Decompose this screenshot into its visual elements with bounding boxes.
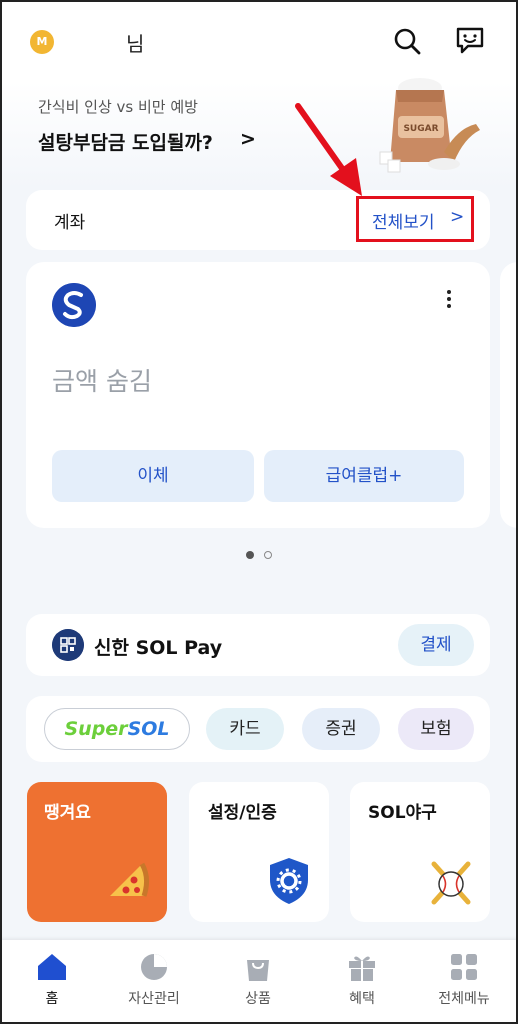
shopping-bag-icon [247, 960, 269, 981]
home-icon [38, 954, 66, 980]
search-icon[interactable] [392, 26, 422, 56]
promo-subtitle: 간식비 인상 vs 비만 예방 [38, 98, 198, 116]
grid-menu-icon [451, 954, 477, 980]
page-indicator-active [246, 551, 254, 559]
nav-benefits[interactable]: 혜택 [312, 944, 412, 1014]
sugar-bag-image: SUGAR [379, 78, 480, 173]
pizza-icon [110, 862, 150, 897]
supersol-label-sol: SOL [127, 718, 170, 740]
settings-tile-label: 설정/인증 [208, 803, 277, 823]
pay-button[interactable]: 결제 [398, 624, 474, 666]
membership-badge-icon[interactable]: M [30, 30, 54, 54]
nav-home-label: 홈 [45, 991, 59, 1007]
supersol-label-super: Super [64, 718, 128, 740]
baseball-icon [431, 861, 471, 905]
chevron-right-icon: > [240, 128, 256, 150]
page-indicator-inactive [264, 551, 272, 559]
balance-hidden-text[interactable]: 금액 숨김 [52, 362, 152, 398]
sol-pay-title: 신한 SOL Pay [94, 637, 223, 659]
promo-title[interactable]: 설탕부담금 도입될까? [38, 128, 213, 155]
baseball-tile-label: SOL야구 [368, 803, 437, 823]
chevron-right-icon: > [450, 207, 465, 227]
app-header [0, 0, 518, 82]
more-options-icon[interactable] [440, 288, 458, 312]
nav-assets-label: 자산관리 [128, 991, 180, 1007]
annotation-arrow-icon [295, 103, 362, 196]
nav-products-label: 상품 [245, 991, 271, 1007]
supersol-pill[interactable]: SuperSOL [44, 708, 190, 750]
nav-home[interactable]: 홈 [2, 944, 102, 1014]
nav-assets[interactable]: 자산관리 [104, 944, 204, 1014]
shield-gear-icon [270, 858, 308, 904]
qr-code-icon [52, 629, 84, 661]
nav-benefits-label: 혜택 [349, 991, 375, 1007]
gift-icon [349, 956, 375, 981]
pie-chart-icon [141, 954, 167, 980]
svg-text:SUGAR: SUGAR [403, 124, 438, 134]
nav-all-menu-label: 전체메뉴 [438, 991, 490, 1007]
card-pill[interactable]: 카드 [206, 708, 284, 750]
account-section-label: 계좌 [54, 213, 86, 233]
transfer-button[interactable]: 이체 [52, 450, 254, 502]
nav-products[interactable]: 상품 [208, 944, 308, 1014]
insurance-pill[interactable]: 보험 [398, 708, 474, 750]
delivery-tile-label: 땡겨요 [44, 803, 91, 823]
salary-club-button[interactable]: 급여클럽+ [264, 450, 464, 502]
nav-all-menu[interactable]: 전체메뉴 [414, 944, 514, 1014]
chat-icon[interactable] [454, 24, 486, 56]
next-account-card[interactable] [500, 262, 518, 528]
user-greeting: 님 [126, 32, 145, 56]
securities-pill[interactable]: 증권 [302, 708, 380, 750]
view-all-link[interactable]: 전체보기 [372, 208, 435, 233]
shinhan-logo-icon [52, 283, 96, 327]
